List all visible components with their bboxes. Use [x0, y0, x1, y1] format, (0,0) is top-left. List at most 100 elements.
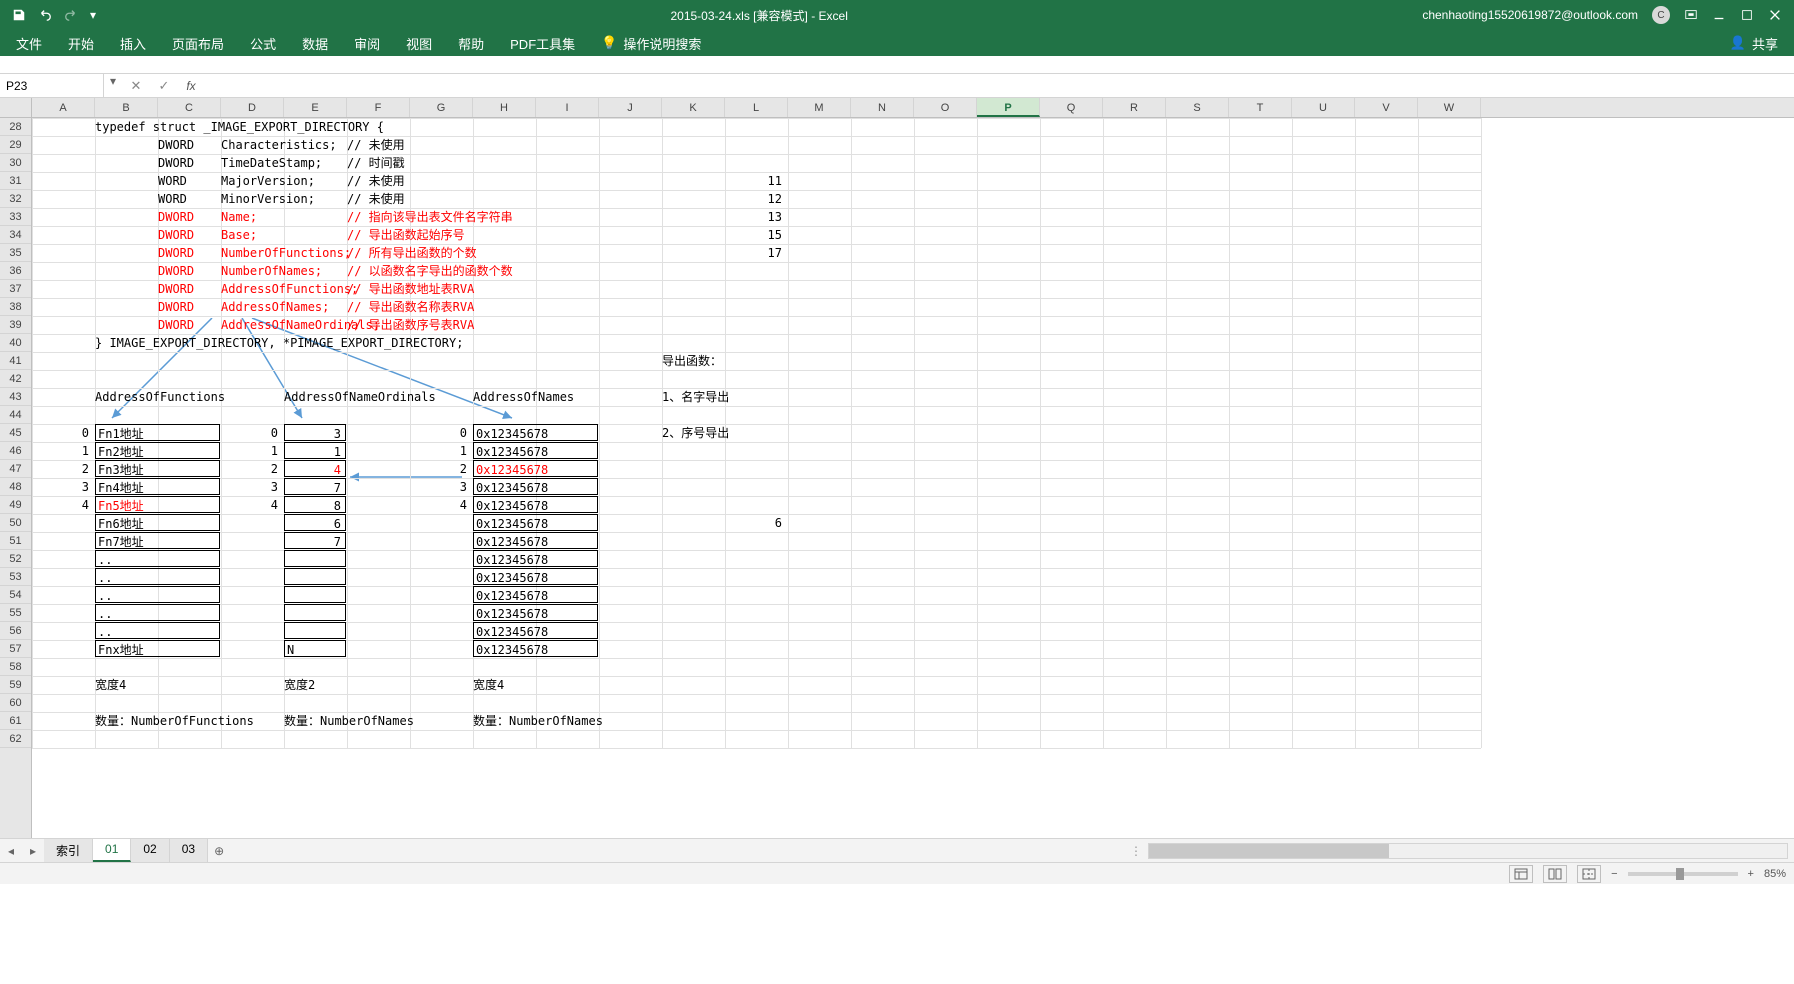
sheet-nav-prev-icon[interactable]: ◂	[0, 844, 22, 858]
cell[interactable]: 11	[725, 172, 786, 189]
cell[interactable]: 0x12345678	[473, 424, 598, 441]
tell-me-input[interactable]: 操作说明搜索	[623, 34, 701, 53]
fx-label[interactable]: fx	[178, 79, 204, 93]
column-header[interactable]: B	[95, 98, 158, 117]
cell[interactable]: Fn6地址	[95, 514, 220, 531]
cell[interactable]: // 未使用	[347, 172, 647, 189]
cell[interactable]: Fn2地址	[95, 442, 220, 459]
row-header[interactable]: 33	[0, 208, 31, 226]
normal-view-button[interactable]	[1509, 865, 1533, 883]
cell[interactable]: Fn4地址	[95, 478, 220, 495]
cell[interactable]: // 时间戳	[347, 154, 647, 171]
cell[interactable]: 4	[284, 460, 346, 477]
row-header[interactable]: 45	[0, 424, 31, 442]
row-header[interactable]: 29	[0, 136, 31, 154]
ribbon-display-icon[interactable]	[1684, 8, 1698, 22]
row-header[interactable]: 39	[0, 316, 31, 334]
cancel-formula-icon[interactable]: ✕	[122, 78, 150, 94]
ribbon-tab[interactable]: 页面布局	[160, 30, 236, 57]
row-header[interactable]: 32	[0, 190, 31, 208]
column-header[interactable]: W	[1418, 98, 1481, 117]
cell[interactable]	[284, 622, 346, 639]
redo-icon[interactable]	[64, 8, 78, 22]
user-email[interactable]: chenhaoting15520619872@outlook.com	[1422, 8, 1638, 22]
row-header[interactable]: 36	[0, 262, 31, 280]
cell[interactable]: Fn7地址	[95, 532, 220, 549]
minimize-icon[interactable]	[1712, 8, 1726, 22]
cells-area[interactable]: typedef struct _IMAGE_EXPORT_DIRECTORY {…	[32, 118, 1794, 838]
cell[interactable]: // 导出函数名称表RVA	[347, 298, 647, 315]
share-button[interactable]: 共享	[1752, 34, 1778, 53]
cell[interactable]: 0x12345678	[473, 496, 598, 513]
cell[interactable]: // 指向该导出表文件名字符串	[347, 208, 647, 225]
cell[interactable]: 1	[32, 442, 93, 459]
row-header[interactable]: 49	[0, 496, 31, 514]
sheet-tab[interactable]: 03	[170, 839, 208, 862]
sheet-tab[interactable]: 索引	[44, 839, 93, 862]
cell[interactable]: 0x12345678	[473, 622, 598, 639]
sheet-nav-next-icon[interactable]: ▸	[22, 844, 44, 858]
column-header[interactable]: U	[1292, 98, 1355, 117]
cell[interactable]: Fn3地址	[95, 460, 220, 477]
cell[interactable]: 0x12345678	[473, 586, 598, 603]
column-header[interactable]: Q	[1040, 98, 1103, 117]
cell[interactable]: // 以函数名字导出的函数个数	[347, 262, 647, 279]
cell[interactable]: 2	[221, 460, 282, 477]
row-header[interactable]: 56	[0, 622, 31, 640]
column-header[interactable]: F	[347, 98, 410, 117]
row-header[interactable]: 42	[0, 370, 31, 388]
horizontal-scrollbar-thumb[interactable]	[1149, 844, 1389, 858]
zoom-in-button[interactable]: +	[1748, 868, 1754, 880]
cell[interactable]: ..	[95, 568, 220, 585]
row-header[interactable]: 62	[0, 730, 31, 748]
cell[interactable]: 0x12345678	[473, 442, 598, 459]
zoom-level[interactable]: 85%	[1764, 868, 1786, 880]
cell[interactable]: 2、序号导出	[662, 424, 962, 441]
row-header[interactable]: 43	[0, 388, 31, 406]
cell[interactable]: 0x12345678	[473, 568, 598, 585]
ribbon-tab[interactable]: 数据	[290, 30, 340, 57]
cell[interactable]: 0x12345678	[473, 550, 598, 567]
page-layout-view-button[interactable]	[1543, 865, 1567, 883]
ribbon-tab[interactable]: 开始	[56, 30, 106, 57]
cell[interactable]: N	[284, 640, 346, 657]
cell[interactable]: typedef struct _IMAGE_EXPORT_DIRECTORY {	[95, 118, 395, 135]
column-header[interactable]: A	[32, 98, 95, 117]
cell[interactable]: Fn1地址	[95, 424, 220, 441]
cell[interactable]: 0x12345678	[473, 478, 598, 495]
row-header[interactable]: 51	[0, 532, 31, 550]
cell[interactable]: 4	[221, 496, 282, 513]
column-header[interactable]: R	[1103, 98, 1166, 117]
row-header[interactable]: 37	[0, 280, 31, 298]
cell[interactable]: 17	[725, 244, 786, 261]
cell[interactable]: // 未使用	[347, 136, 647, 153]
ribbon-tab[interactable]: 审阅	[342, 30, 392, 57]
row-header[interactable]: 54	[0, 586, 31, 604]
row-header[interactable]: 40	[0, 334, 31, 352]
cell[interactable]: 7	[284, 478, 346, 495]
cell[interactable]: // 未使用	[347, 190, 647, 207]
cell[interactable]: 3	[410, 478, 471, 495]
row-header[interactable]: 58	[0, 658, 31, 676]
cell[interactable]	[284, 550, 346, 567]
cell[interactable]: 导出函数：	[662, 352, 962, 369]
row-header[interactable]: 50	[0, 514, 31, 532]
ribbon-tab[interactable]: 插入	[108, 30, 158, 57]
column-header[interactable]: P	[977, 98, 1040, 117]
row-header[interactable]: 61	[0, 712, 31, 730]
ribbon-tab[interactable]: 视图	[394, 30, 444, 57]
cell[interactable]: 6	[725, 514, 786, 531]
cell[interactable]: 6	[284, 514, 346, 531]
horizontal-scrollbar[interactable]	[1148, 843, 1788, 859]
row-header[interactable]: 30	[0, 154, 31, 172]
zoom-out-button[interactable]: −	[1611, 868, 1617, 880]
cell[interactable]: Fnx地址	[95, 640, 220, 657]
cell[interactable]: 7	[284, 532, 346, 549]
sheet-split-handle[interactable]: ⋮	[1124, 844, 1148, 858]
cell[interactable]: 0	[32, 424, 93, 441]
cell[interactable]: 1	[410, 442, 471, 459]
row-header[interactable]: 44	[0, 406, 31, 424]
row-header[interactable]: 48	[0, 478, 31, 496]
row-header[interactable]: 28	[0, 118, 31, 136]
zoom-slider-knob[interactable]	[1676, 868, 1684, 880]
